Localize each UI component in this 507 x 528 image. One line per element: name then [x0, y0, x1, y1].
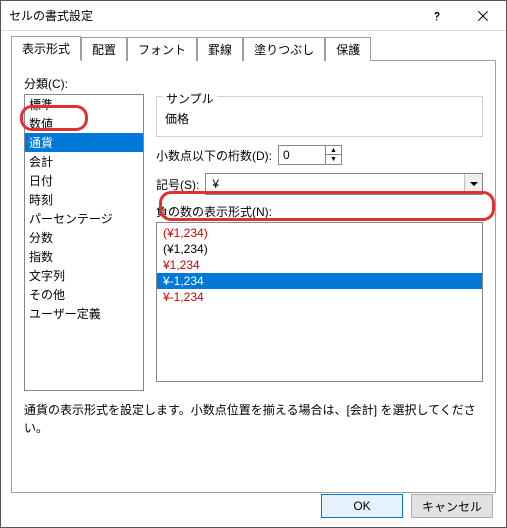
close-icon	[478, 11, 488, 21]
sample-box: サンプル 価格	[156, 96, 483, 137]
category-item[interactable]: 日付	[25, 171, 143, 190]
negative-label: 負の数の表示形式(N):	[156, 203, 483, 220]
chevron-down-icon	[464, 174, 482, 194]
cancel-button[interactable]: キャンセル	[411, 494, 493, 518]
category-item[interactable]: 時刻	[25, 190, 143, 209]
category-item[interactable]: 分数	[25, 228, 143, 247]
category-item[interactable]: 文字列	[25, 266, 143, 285]
symbol-select[interactable]: ¥	[205, 173, 483, 195]
help-button[interactable]	[414, 1, 460, 30]
spinner-up-icon[interactable]: ▲	[326, 146, 341, 155]
category-item[interactable]: 標準	[25, 95, 143, 114]
category-item[interactable]: 指数	[25, 247, 143, 266]
negative-item[interactable]: ¥1,234	[157, 257, 482, 273]
category-item[interactable]: 数値	[25, 114, 143, 133]
negative-item[interactable]: ¥-1,234	[157, 289, 482, 305]
tab-1[interactable]: 配置	[81, 37, 127, 61]
negative-item[interactable]: (¥1,234)	[157, 225, 482, 241]
ok-button[interactable]: OK	[321, 494, 403, 518]
category-item[interactable]: パーセンテージ	[25, 209, 143, 228]
category-item[interactable]: 通貨	[25, 133, 143, 152]
dialog-title: セルの書式設定	[9, 7, 414, 24]
tab-2[interactable]: フォント	[127, 37, 197, 61]
sample-label: サンプル	[163, 92, 217, 106]
category-item[interactable]: その他	[25, 285, 143, 304]
tab-0[interactable]: 表示形式	[11, 36, 81, 61]
help-icon	[432, 11, 442, 21]
category-item[interactable]: 会計	[25, 152, 143, 171]
spinner-down-icon[interactable]: ▼	[326, 155, 341, 164]
category-list[interactable]: 標準数値通貨会計日付時刻パーセンテージ分数指数文字列その他ユーザー定義	[24, 94, 144, 391]
tab-bar: 表示形式配置フォント罫線塗りつぶし保護	[11, 39, 496, 61]
decimal-label: 小数点以下の桁数(D):	[156, 147, 272, 164]
sample-value: 価格	[165, 110, 474, 127]
decimal-spinner[interactable]: ▲▼	[278, 145, 342, 165]
negative-item[interactable]: ¥-1,234	[157, 273, 482, 289]
negative-item[interactable]: (¥1,234)	[157, 241, 482, 257]
decimal-input[interactable]	[278, 145, 326, 165]
help-note: 通貨の表示形式を設定します。小数点位置を揃える場合は、[会計] を選択してくださ…	[24, 401, 483, 437]
negative-list[interactable]: (¥1,234)(¥1,234)¥1,234¥-1,234¥-1,234	[156, 222, 483, 382]
category-label: 分類(C):	[24, 75, 483, 92]
tab-5[interactable]: 保護	[325, 37, 371, 61]
tab-4[interactable]: 塗りつぶし	[243, 37, 325, 61]
close-button[interactable]	[460, 1, 506, 30]
symbol-value: ¥	[206, 177, 464, 191]
category-item[interactable]: ユーザー定義	[25, 304, 143, 323]
tab-3[interactable]: 罫線	[197, 37, 243, 61]
symbol-label: 記号(S):	[156, 176, 199, 193]
